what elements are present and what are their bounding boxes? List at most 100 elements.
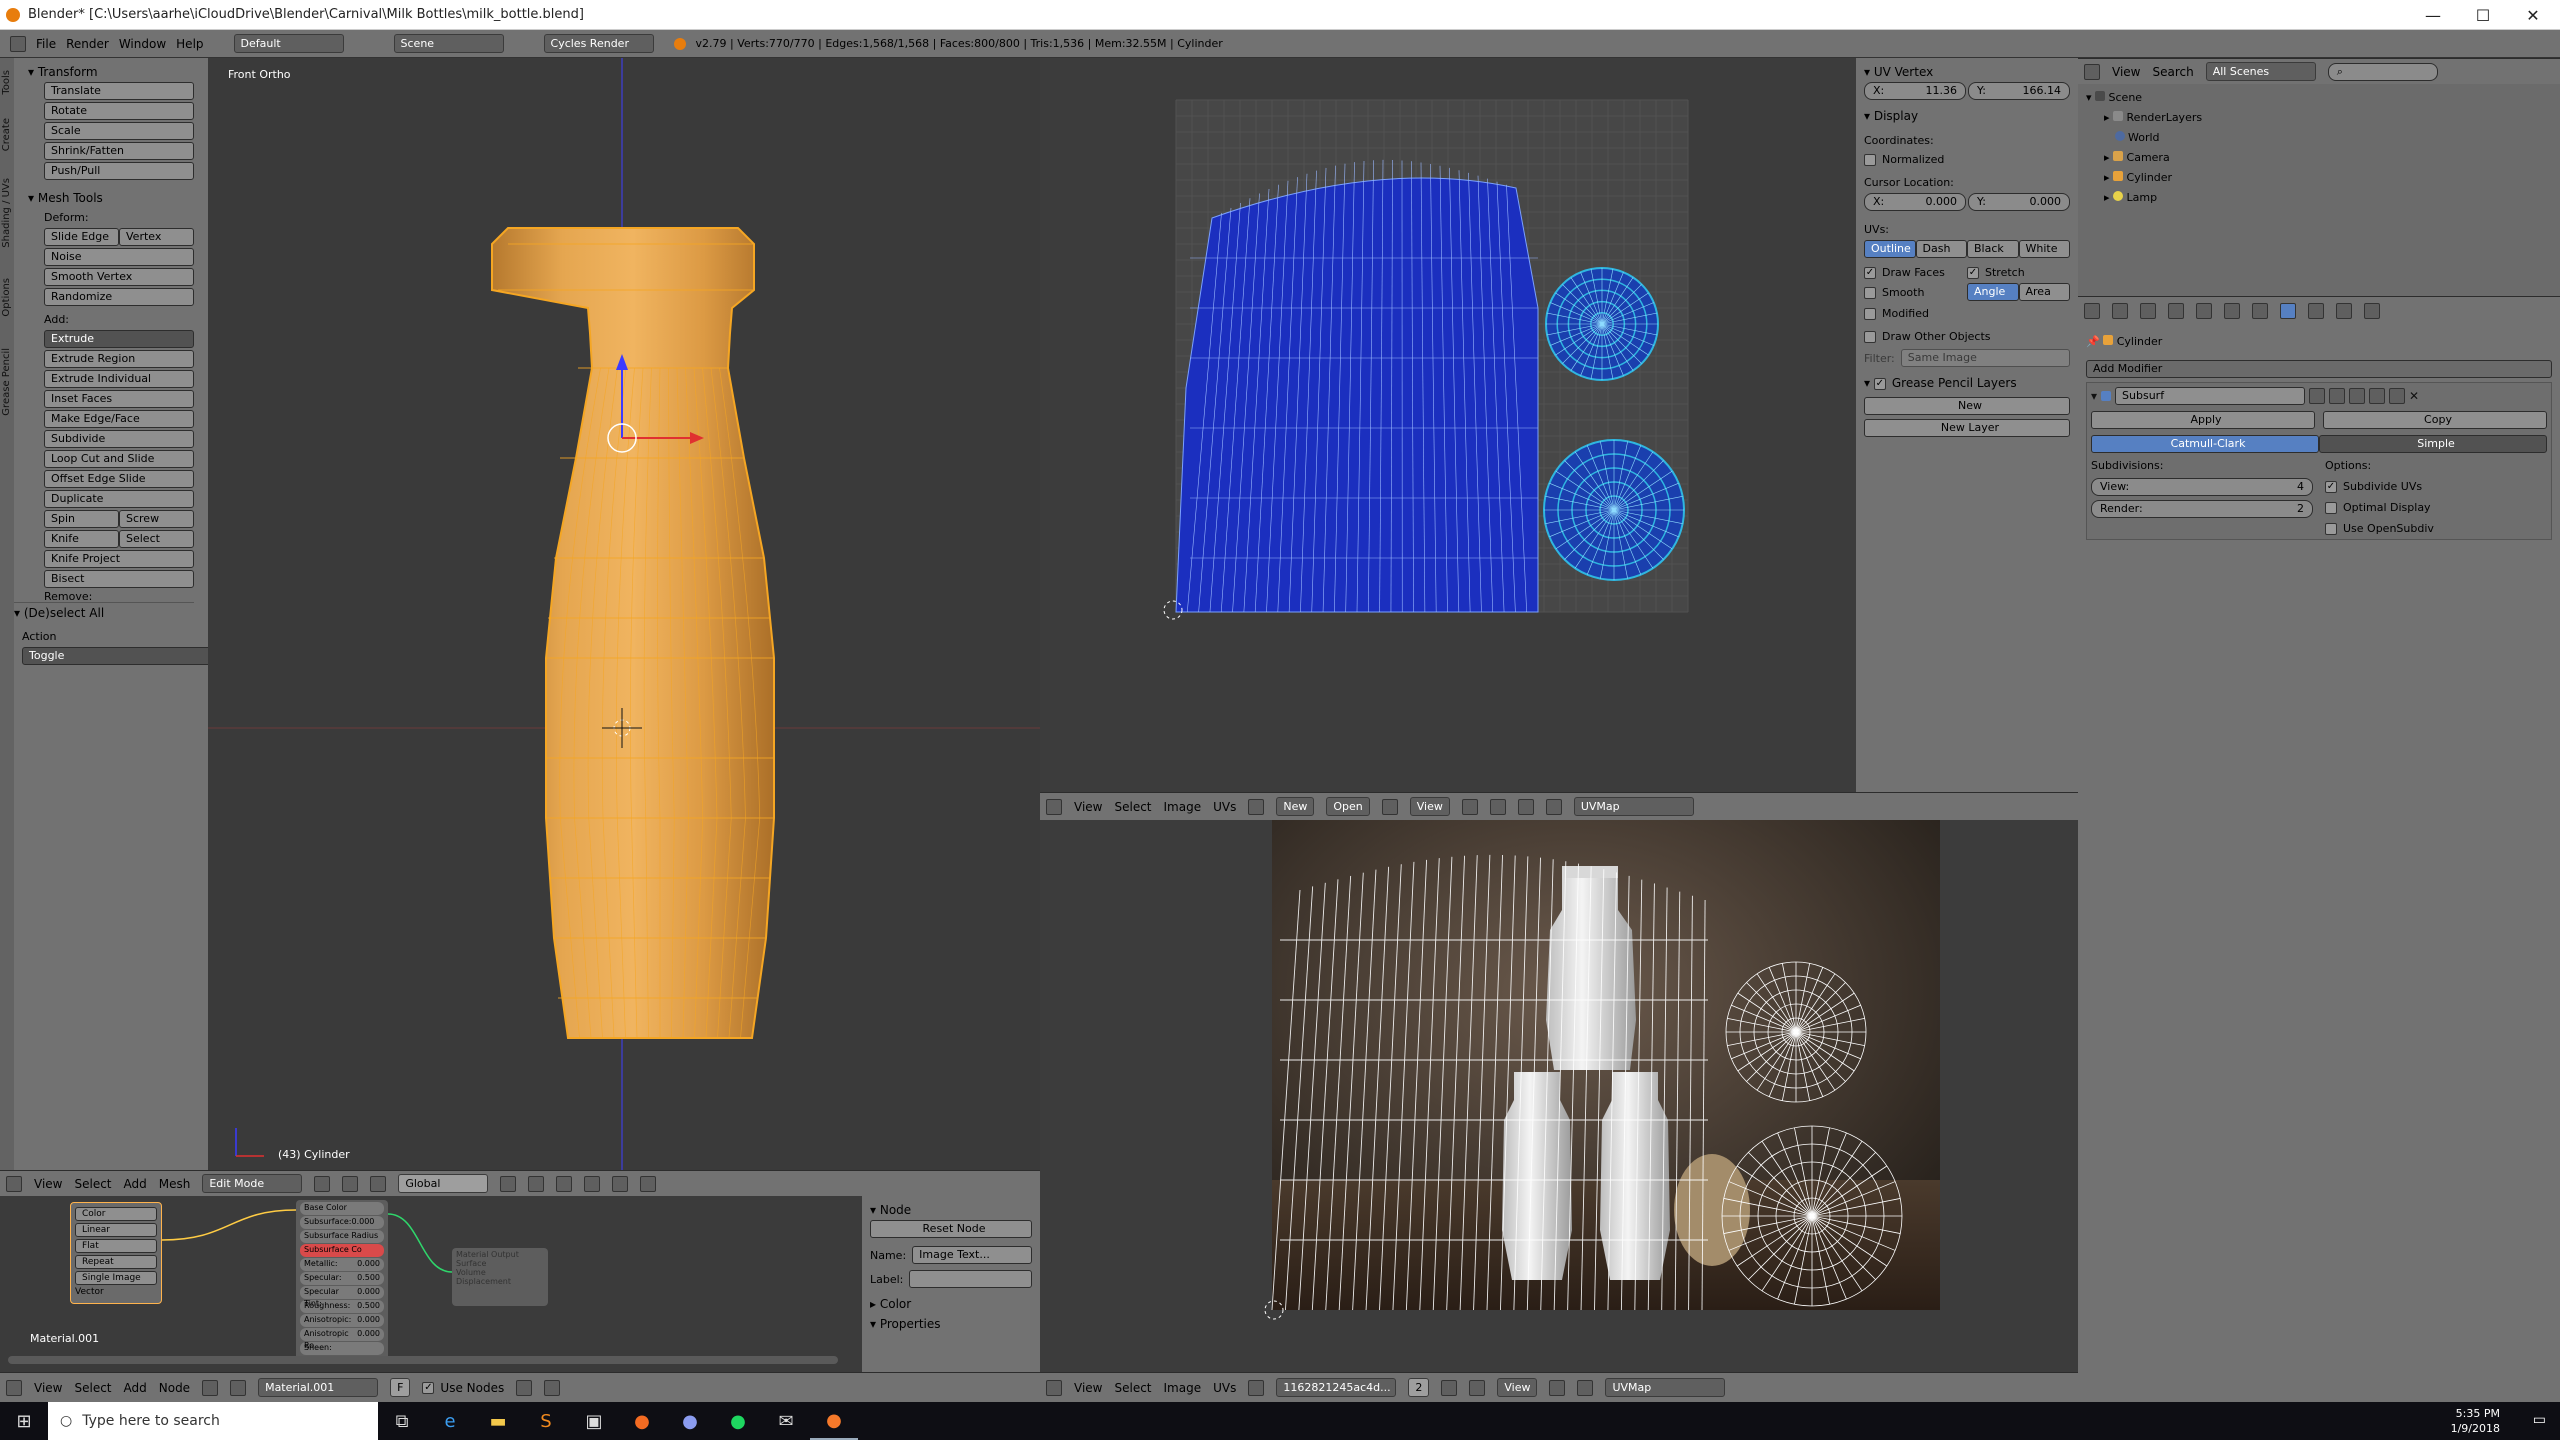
remove-modifier-icon[interactable]: ✕ (2409, 389, 2419, 403)
image-browse-icon[interactable] (1248, 1379, 1265, 1396)
inset-faces-button[interactable]: Inset Faces (44, 390, 194, 408)
mail-icon[interactable]: ✉ (762, 1402, 810, 1440)
noise-button[interactable]: Noise (44, 248, 194, 266)
viewport-3d[interactable]: Front Ortho (43) Cylinder (208, 58, 1040, 1170)
viewport-toggle-icon[interactable] (2329, 388, 2346, 404)
editor-type-icon[interactable] (2084, 63, 2100, 80)
menu-render[interactable]: Render (66, 37, 109, 51)
new-image-icon[interactable] (1441, 1379, 1458, 1396)
randomize-button[interactable]: Randomize (44, 288, 194, 306)
render-preview-icon[interactable] (640, 1175, 657, 1192)
bsdf-input-row[interactable]: Subsurface Co (300, 1244, 384, 1257)
menu-add[interactable]: Add (124, 1381, 147, 1395)
slide-edge-button[interactable]: Slide Edge (44, 228, 119, 246)
view-mode-select[interactable]: View (1497, 1378, 1538, 1397)
bsdf-input-row[interactable]: Anisotropic Ro 0.000 (300, 1328, 384, 1350)
tex-linear-select[interactable]: Linear (75, 1223, 157, 1237)
sync-selection-icon[interactable] (1577, 1379, 1594, 1396)
menu-node[interactable]: Node (159, 1381, 190, 1395)
menu-view[interactable]: View (34, 1177, 62, 1191)
fake-user-button[interactable]: F (390, 1378, 411, 1397)
uv-x-field[interactable]: X: 11.36 (1864, 82, 1966, 100)
tex-single-image-select[interactable]: Single Image (75, 1271, 157, 1285)
optimal-display-checkbox[interactable]: Optimal Display (2325, 501, 2547, 514)
tex-repeat-select[interactable]: Repeat (75, 1255, 157, 1269)
edge-select-icon[interactable] (528, 1175, 545, 1192)
gp-new-button[interactable]: New (1864, 397, 2070, 415)
node-editor-scrollbar[interactable] (8, 1356, 838, 1364)
pin-icon[interactable] (1381, 798, 1398, 815)
editor-type-icon[interactable] (6, 1175, 22, 1192)
outliner-item-camera[interactable]: ▸ Camera (2086, 148, 2552, 168)
shading-mode-icon[interactable] (314, 1175, 331, 1192)
vertex-select-icon[interactable] (1517, 798, 1534, 815)
spin-button[interactable]: Spin (44, 510, 119, 528)
object-shader-icon[interactable] (230, 1379, 247, 1396)
discord-icon[interactable]: ● (666, 1402, 714, 1440)
menu-file[interactable]: File (36, 37, 56, 51)
uvmap-select[interactable]: UVMap (1573, 797, 1694, 816)
mesh-tools-panel-header[interactable]: ▾ Mesh Tools (28, 188, 194, 208)
stretch-checkbox[interactable]: ✓ Stretch (1967, 266, 2070, 279)
menu-uvs[interactable]: UVs (1213, 800, 1236, 814)
task-view-icon[interactable]: ⧉ (378, 1402, 426, 1440)
open-image-button[interactable]: Open (1326, 797, 1370, 816)
notification-icon[interactable]: ▭ (2533, 1412, 2546, 1428)
operator-panel-header[interactable]: ▾ (De)select All (14, 602, 194, 622)
menu-window[interactable]: Window (119, 37, 166, 51)
uv-style-black[interactable]: Black (1967, 240, 2019, 258)
editor-type-icon[interactable] (1046, 1379, 1062, 1396)
uv-style-dash[interactable]: Dash (1915, 240, 1967, 258)
node-editor[interactable]: Color Linear Flat Repeat Single Image Ve… (0, 1196, 1040, 1372)
use-opensubdiv-checkbox[interactable]: Use OpenSubdiv (2325, 522, 2547, 535)
catmull-clark-button[interactable]: Catmull-Clark (2091, 435, 2319, 453)
bsdf-input-row[interactable]: Base Color (300, 1202, 384, 1215)
bsdf-input-row[interactable]: Roughness: 0.500 (300, 1300, 384, 1313)
cursor-x-field[interactable]: X: 0.000 (1864, 193, 1966, 211)
menu-mesh[interactable]: Mesh (159, 1177, 191, 1191)
stretch-angle-button[interactable]: Angle (1967, 283, 2019, 301)
render-toggle-icon[interactable] (2309, 388, 2326, 404)
material-field[interactable]: Material.001 (258, 1378, 379, 1397)
pivot-icon[interactable] (1549, 1379, 1566, 1396)
image-texture-node[interactable]: Color Linear Flat Repeat Single Image Ve… (70, 1202, 162, 1304)
collapse-icon[interactable]: ▾ (2091, 389, 2097, 403)
tab-grease-pencil[interactable]: Grease Pencil (1, 348, 12, 416)
draw-other-objects-checkbox[interactable]: Draw Other Objects (1864, 330, 2070, 343)
new-image-button[interactable]: New (1276, 797, 1315, 816)
render-layers-tab-icon[interactable] (2140, 302, 2156, 319)
render-tab-icon[interactable] (2112, 302, 2128, 319)
move-up-icon[interactable] (2369, 388, 2386, 404)
use-nodes-checkbox[interactable]: ✓ Use Nodes (422, 1381, 504, 1395)
modifier-name-field[interactable]: Subsurf (2115, 387, 2306, 405)
outliner-item-cylinder[interactable]: ▸ Cylinder (2086, 168, 2552, 188)
bsdf-input-row[interactable]: Sheen: (300, 1342, 384, 1355)
blender-taskbar-icon[interactable]: ● (810, 1402, 858, 1440)
constraints-tab-icon[interactable] (2252, 302, 2268, 319)
view-mode-select[interactable]: View (1409, 797, 1450, 816)
stretch-area-button[interactable]: Area (2018, 283, 2070, 301)
menu-add[interactable]: Add (124, 1177, 147, 1191)
texture-tab-icon[interactable] (2364, 302, 2380, 319)
menu-select[interactable]: Select (74, 1177, 111, 1191)
mode-select[interactable]: Edit Mode (202, 1174, 303, 1193)
draw-faces-checkbox[interactable]: ✓ Draw Faces (1864, 266, 1967, 279)
edge-select-icon[interactable] (1545, 798, 1562, 815)
menu-search[interactable]: Search (2152, 65, 2193, 79)
snap-icon[interactable] (612, 1175, 629, 1192)
duplicate-button[interactable]: Duplicate (44, 490, 194, 508)
material-output-node[interactable]: Material Output Surface Volume Displacem… (452, 1248, 548, 1306)
outliner-search-input[interactable]: ⌕ (2327, 62, 2438, 81)
scene-tab-icon[interactable] (2168, 302, 2184, 319)
shrink-fatten-button[interactable]: Shrink/Fatten (44, 142, 194, 160)
screw-button[interactable]: Screw (119, 510, 194, 528)
cursor-y-field[interactable]: Y: 0.000 (1968, 193, 2070, 211)
smooth-checkbox[interactable]: Smooth (1864, 286, 1967, 299)
menu-view[interactable]: View (2112, 65, 2140, 79)
outliner-item-scene[interactable]: ▾ Scene (2086, 88, 2552, 108)
taskbar-clock[interactable]: 5:35 PM 1/9/2018 (2451, 1406, 2500, 1436)
bsdf-input-row[interactable]: Specular: 0.500 (300, 1272, 384, 1285)
uvmap-select[interactable]: UVMap (1605, 1378, 1726, 1397)
normalized-checkbox[interactable]: Normalized (1864, 153, 2070, 166)
modified-checkbox[interactable]: Modified (1864, 307, 2070, 320)
